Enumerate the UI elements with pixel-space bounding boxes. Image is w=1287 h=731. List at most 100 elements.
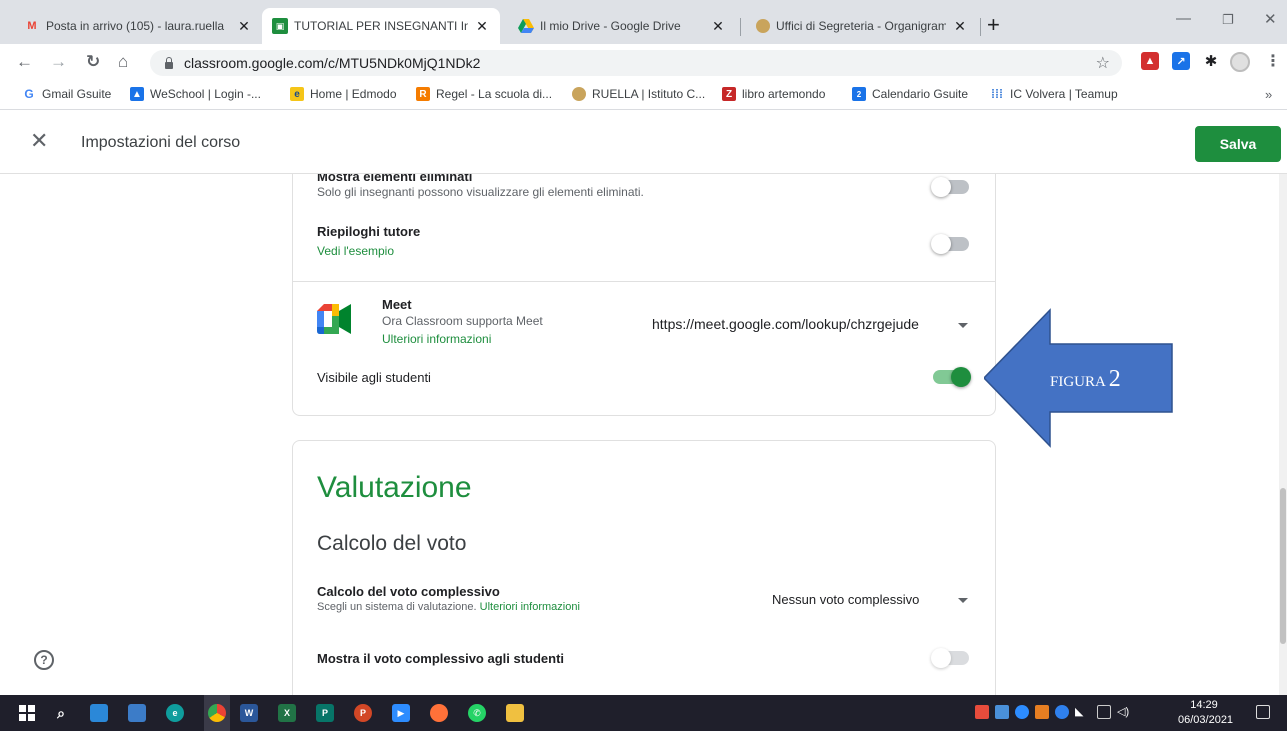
bookmark-label: libro artemondo [742, 87, 826, 101]
overall-grade-description: Scegli un sistema di valutazione. Ulteri… [317, 601, 580, 613]
minimize-icon[interactable]: — [1176, 10, 1191, 27]
meet-link-dropdown[interactable]: https://meet.google.com/lookup/chzrgejud… [652, 316, 919, 332]
search-icon[interactable]: ⌕ [52, 704, 70, 722]
chevron-down-icon[interactable] [958, 598, 968, 603]
wifi-icon[interactable]: ◣ [1075, 705, 1089, 719]
bookmark-label: Home | Edmodo [310, 87, 397, 101]
tab-drive[interactable]: Il mio Drive - Google Drive ✕ [508, 8, 736, 44]
meet-more-info-link[interactable]: Ulteriori informazioni [382, 332, 491, 346]
bookmark-edmodo[interactable]: e Home | Edmodo [290, 87, 397, 101]
guardian-example-link[interactable]: Vedi l'esempio [317, 244, 394, 258]
bookmark-weschool[interactable]: ▲ WeSchool | Login -... [130, 87, 261, 101]
general-settings-card: Mostra elementi eliminati Solo gli inseg… [292, 174, 996, 416]
overall-grade-dropdown[interactable]: Nessun voto complessivo [772, 592, 919, 607]
artemondo-icon: Z [722, 87, 736, 101]
weschool-app-icon[interactable] [90, 704, 108, 722]
tab-gmail[interactable]: M Posta in arrivo (105) - laura.ruella ✕ [14, 8, 262, 44]
close-tab-icon[interactable]: ✕ [952, 18, 968, 35]
regel-icon: R [416, 87, 430, 101]
screen: M Posta in arrivo (105) - laura.ruella ✕… [0, 0, 1287, 731]
extensions-puzzle-icon[interactable]: ✱ [1202, 52, 1220, 70]
classroom-icon: ▣ [272, 18, 288, 34]
show-overall-grade-toggle[interactable] [931, 648, 969, 668]
weschool-icon: ▲ [130, 87, 144, 101]
bookmarks-overflow-icon[interactable]: » [1265, 87, 1272, 102]
help-icon[interactable]: ? [34, 650, 54, 670]
firefox-icon[interactable] [430, 704, 448, 722]
tray-security-icon[interactable] [1035, 705, 1049, 719]
bookmark-label: Regel - La scuola di... [436, 87, 553, 101]
school-crest-icon [756, 19, 770, 33]
reload-icon[interactable]: ↻ [86, 52, 100, 72]
chrome-taskbar-icon[interactable] [204, 695, 230, 731]
tab-tutorial[interactable]: ▣ TUTORIAL PER INSEGNANTI Infan ✕ [262, 8, 500, 44]
bookmark-label: Gmail Gsuite [42, 87, 112, 101]
new-tab-button[interactable]: + [987, 14, 1000, 36]
menu-kebab-icon[interactable]: ⋮ [1264, 52, 1282, 70]
overall-grade-more-info-link[interactable]: Ulteriori informazioni [480, 601, 580, 613]
tab-title: TUTORIAL PER INSEGNANTI Infan [294, 19, 468, 33]
overall-grade-label: Calcolo del voto complessivo [317, 584, 500, 599]
bookmark-label: Calendario Gsuite [872, 87, 969, 101]
tray-pdf-icon[interactable] [975, 705, 989, 719]
forward-icon[interactable]: → [50, 52, 67, 72]
bookmark-teamup[interactable]: ⁞⁞⁞ IC Volvera | Teamup [990, 87, 1118, 101]
bookmark-label: WeSchool | Login -... [150, 87, 261, 101]
drive-icon [518, 18, 534, 34]
bookmark-star-icon[interactable]: ☆ [1096, 53, 1110, 73]
volume-icon[interactable]: ◁) [1117, 705, 1131, 719]
close-icon[interactable]: ✕ [30, 130, 48, 152]
display-icon[interactable] [1097, 705, 1111, 719]
close-tab-icon[interactable]: ✕ [236, 18, 252, 35]
close-window-icon[interactable]: ✕ [1264, 10, 1277, 28]
grade-calculation-heading: Calcolo del voto [317, 532, 467, 555]
bookmark-artemondo[interactable]: Z libro artemondo [722, 87, 825, 101]
bookmark-label: RUELLA | Istituto C... [592, 87, 706, 101]
screencast-extension-icon[interactable]: ↗ [1172, 52, 1190, 70]
profile-avatar[interactable] [1230, 52, 1250, 72]
publisher-icon[interactable]: P [316, 704, 334, 722]
whatsapp-icon[interactable]: ✆ [468, 704, 486, 722]
edge-icon[interactable]: e [166, 704, 184, 722]
powerpoint-icon[interactable]: P [354, 704, 372, 722]
edmodo-icon: e [290, 87, 304, 101]
back-icon[interactable]: ← [16, 52, 33, 72]
page-title: Impostazioni del corso [81, 134, 241, 151]
lock-icon [164, 57, 174, 69]
bookmark-ruella[interactable]: RUELLA | Istituto C... [572, 87, 705, 101]
tab-title: Uffici di Segreteria - Organigramm [776, 19, 946, 33]
figure-label-number: 2 [1108, 366, 1121, 392]
scrollbar-thumb[interactable] [1280, 488, 1286, 644]
bookmark-calendario[interactable]: 2 Calendario Gsuite [852, 87, 968, 101]
file-explorer-icon[interactable] [506, 704, 524, 722]
zoom-icon[interactable]: ▶ [392, 704, 410, 722]
pdf-extension-icon[interactable]: ▲ [1141, 52, 1159, 70]
windows-taskbar: ⌕ e W X P P ▶ ✆ ◣ ◁) 14:29 06/03/2021 [0, 695, 1287, 731]
tray-app-icon[interactable] [995, 705, 1009, 719]
close-tab-icon[interactable]: ✕ [710, 18, 726, 35]
save-button[interactable]: Salva [1195, 126, 1281, 162]
bookmark-regel[interactable]: R Regel - La scuola di... [416, 87, 552, 101]
school-crest-icon [572, 87, 586, 101]
bluetooth-icon[interactable] [1055, 705, 1069, 719]
word-icon[interactable]: W [240, 704, 258, 722]
guardian-summaries-toggle[interactable] [931, 234, 969, 254]
excel-icon[interactable]: X [278, 704, 296, 722]
restore-icon[interactable]: ❐ [1222, 12, 1234, 28]
chevron-down-icon[interactable] [958, 323, 968, 328]
windows-start-icon[interactable] [18, 704, 36, 722]
close-tab-icon[interactable]: ✕ [474, 18, 490, 35]
notifications-icon[interactable] [1256, 705, 1270, 719]
control-panel-icon[interactable] [128, 704, 146, 722]
browser-tab-strip: M Posta in arrivo (105) - laura.ruella ✕… [0, 0, 1287, 44]
taskbar-clock[interactable]: 14:29 06/03/2021 [1178, 698, 1234, 728]
visible-to-students-toggle[interactable] [933, 367, 971, 387]
home-icon[interactable]: ⌂ [118, 52, 128, 72]
address-bar[interactable]: classroom.google.com/c/MTU5NDk0MjQ1NDk2 … [150, 50, 1122, 76]
bookmark-gmail-gsuite[interactable]: G Gmail Gsuite [22, 87, 111, 101]
tray-zoom-icon[interactable] [1015, 705, 1029, 719]
meet-description: Ora Classroom supporta Meet [382, 314, 543, 328]
deleted-items-toggle[interactable] [931, 177, 969, 197]
tab-uffici[interactable]: Uffici di Segreteria - Organigramm ✕ [746, 8, 978, 44]
clock-date: 06/03/2021 [1178, 714, 1234, 726]
